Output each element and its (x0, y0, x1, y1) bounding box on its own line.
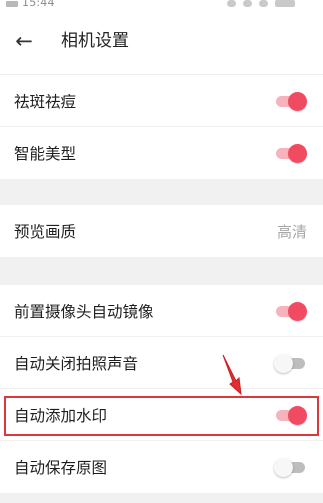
setting-row-blemish-removal[interactable]: 祛斑祛痘 (0, 75, 323, 127)
setting-label: 祛斑祛痘 (14, 92, 77, 111)
alarm-icon (227, 0, 236, 7)
toggle-thumb (274, 353, 293, 373)
setting-row-preview-quality[interactable]: 预览画质 高清 (0, 205, 323, 257)
setting-label: 自动保存原图 (14, 459, 108, 477)
toggle-switch-on[interactable] (274, 91, 307, 111)
setting-label: 自动添加水印 (14, 406, 108, 425)
settings-group-camera: 前置摄像头自动镜像 自动关闭拍照声音 自动添加水印 自动保存原图 (0, 285, 323, 493)
settings-group-beauty: 祛斑祛痘 智能美型 (0, 75, 323, 179)
setting-label: 自动关闭拍照声音 (14, 354, 139, 373)
setting-label: 前置摄像头自动镜像 (14, 302, 154, 321)
toggle-thumb (288, 405, 307, 425)
toggle-switch-on[interactable] (274, 301, 307, 321)
setting-label: 预览画质 (14, 223, 77, 241)
toggle-thumb (274, 458, 293, 477)
setting-row-smart-reshape[interactable]: 智能美型 (0, 127, 323, 179)
settings-group-preview: 预览画质 高清 (0, 205, 323, 257)
toggle-thumb (288, 144, 307, 163)
status-icons (225, 0, 305, 8)
settings-icon (243, 0, 252, 7)
toggle-switch-on[interactable] (274, 143, 307, 163)
toggle-thumb (288, 91, 307, 111)
setting-row-save-original[interactable]: 自动保存原图 (0, 441, 323, 493)
toggle-switch-off[interactable] (274, 353, 307, 373)
setting-label: 智能美型 (14, 145, 77, 163)
status-bar: 15:44 (0, 0, 323, 10)
app-bar: ← 相机设置 (0, 10, 323, 75)
battery-icon (275, 0, 295, 7)
wifi-icon (259, 0, 268, 7)
toggle-switch-off[interactable] (274, 457, 307, 477)
toggle-thumb (288, 301, 307, 321)
page-title: 相机设置 (61, 31, 129, 51)
signal-icon (6, 1, 18, 7)
setting-value: 高清 (276, 222, 307, 241)
setting-row-auto-watermark[interactable]: 自动添加水印 (0, 389, 323, 441)
back-arrow-icon[interactable]: ← (10, 27, 38, 55)
setting-row-mute-shutter[interactable]: 自动关闭拍照声音 (0, 337, 323, 389)
status-time: 15:44 (22, 0, 55, 9)
setting-row-front-mirror[interactable]: 前置摄像头自动镜像 (0, 285, 323, 337)
toggle-switch-on[interactable] (274, 405, 307, 425)
